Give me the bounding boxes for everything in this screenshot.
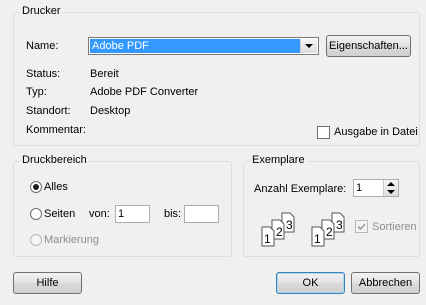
range-selection-label: Markierung (44, 234, 100, 246)
properties-button[interactable]: Eigenschaften... (326, 35, 411, 57)
spin-down-icon[interactable] (387, 190, 395, 194)
copies-spinner[interactable] (383, 180, 398, 196)
comment-label: Kommentar: (26, 124, 86, 136)
copies-count-label: Anzahl Exemplare: (254, 183, 347, 195)
collate-digit-1b: 1 (314, 232, 321, 246)
range-pages-label: Seiten (44, 208, 76, 220)
range-from-input[interactable]: 1 (115, 205, 150, 223)
range-from-label: von: (89, 208, 110, 220)
cancel-button[interactable]: Abbrechen (351, 272, 420, 294)
printer-select-dropdown[interactable] (300, 39, 317, 53)
collate-digit-2a: 2 (276, 225, 283, 239)
collate-icon: 3 2 1 3 2 1 (261, 212, 345, 247)
location-label: Standort: (26, 105, 71, 117)
printer-group-legend: Drucker (20, 5, 63, 17)
printer-name-label: Name: (26, 40, 59, 52)
collate-label: Sortieren (372, 221, 417, 233)
collate-digit-1a: 1 (264, 232, 271, 246)
range-all-radio[interactable] (30, 181, 42, 193)
help-button[interactable]: Hilfe (13, 272, 82, 294)
collate-checkbox[interactable] (355, 220, 368, 233)
range-to-label: bis: (164, 208, 182, 220)
check-icon (357, 223, 366, 231)
type-value: Adobe PDF Converter (90, 86, 199, 98)
spin-up-icon[interactable] (387, 182, 395, 186)
status-label: Status: (26, 68, 61, 80)
status-value: Bereit (90, 68, 119, 80)
range-all-label: Alles (44, 181, 68, 193)
chevron-down-icon (305, 44, 313, 48)
copies-count-input[interactable]: 1 (353, 179, 399, 197)
collate-digit-3b: 3 (336, 218, 343, 232)
range-pages-radio[interactable] (30, 208, 42, 220)
printer-select-value: Adobe PDF (90, 39, 300, 53)
print-range-legend: Druckbereich (20, 154, 89, 166)
location-value: Desktop (90, 105, 131, 117)
print-to-file-checkbox[interactable] (317, 126, 330, 139)
collate-digit-2b: 2 (326, 225, 333, 239)
print-to-file-label: Ausgabe in Datei (334, 126, 418, 138)
printer-select[interactable]: Adobe PDF (88, 37, 319, 55)
copies-legend: Exemplare (250, 154, 307, 166)
range-to-input[interactable] (184, 205, 219, 223)
type-label: Typ: (26, 86, 47, 98)
copies-count-value: 1 (356, 182, 363, 194)
collate-digit-3a: 3 (286, 218, 293, 232)
ok-button[interactable]: OK (276, 272, 345, 294)
range-selection-radio[interactable] (30, 234, 42, 246)
